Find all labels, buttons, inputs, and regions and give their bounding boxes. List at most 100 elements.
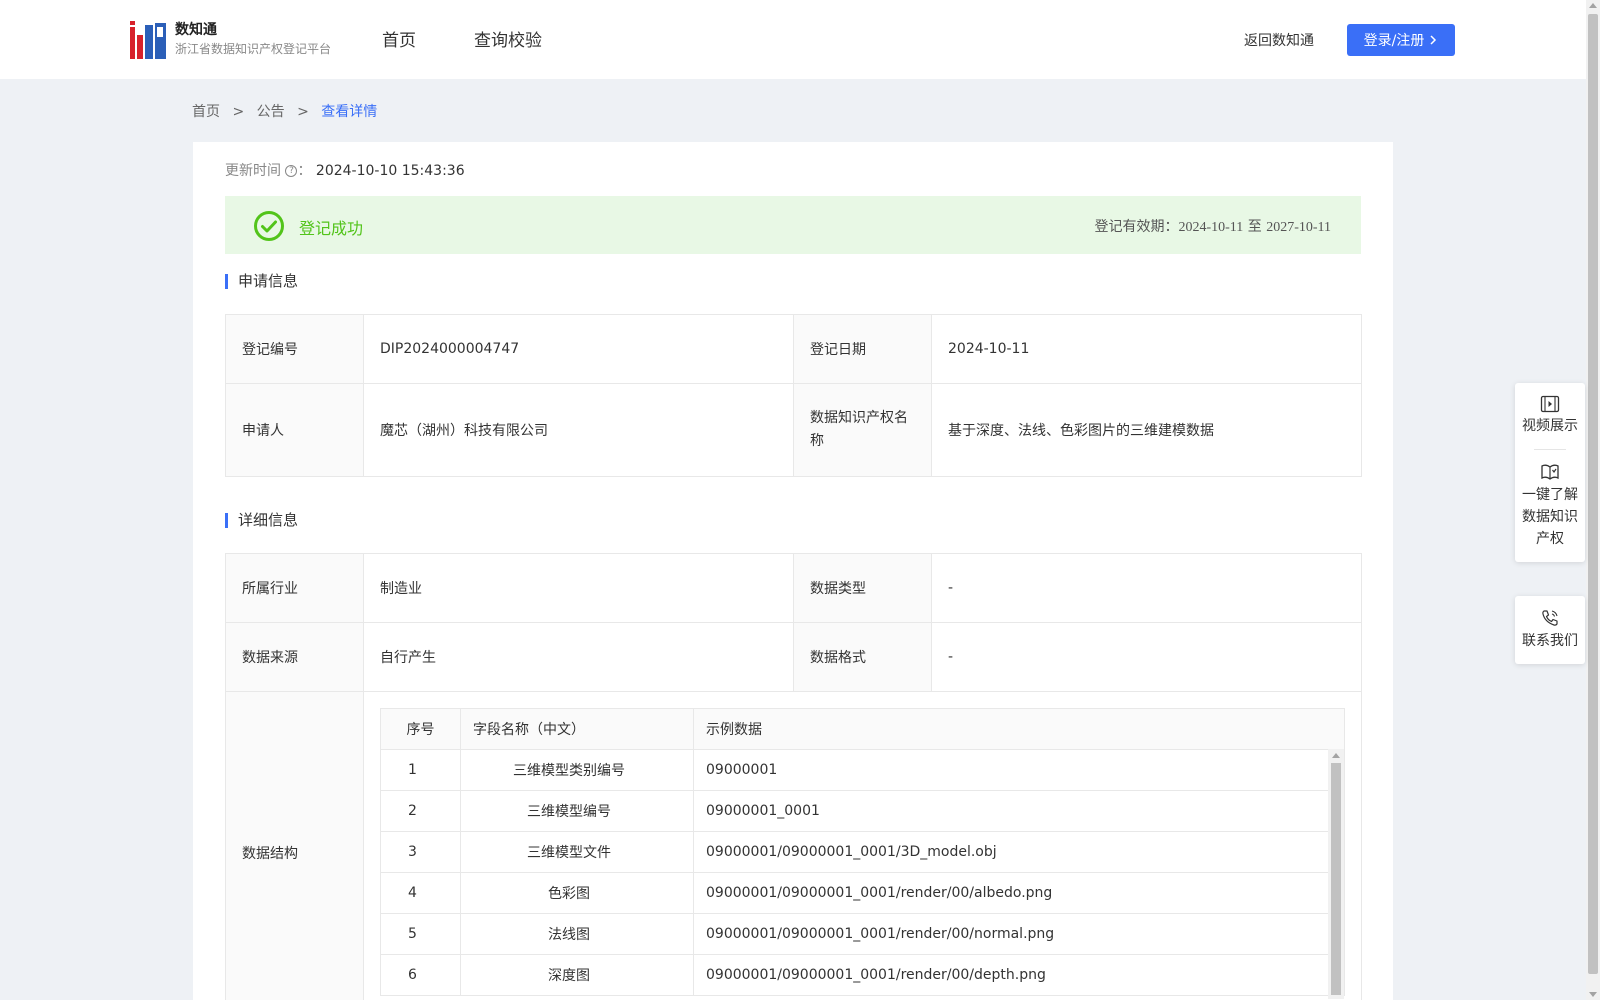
question-icon[interactable]: ? xyxy=(285,165,298,177)
login-register-button[interactable]: 登录/注册 xyxy=(1347,24,1455,56)
row-sample: 09000001/09000001_0001/3D_model.obj xyxy=(693,831,1345,873)
column-header-no: 序号 xyxy=(380,708,461,750)
floating-help-panel: 视频展示 一键了解 数据知识 产权 xyxy=(1515,383,1585,562)
phone-icon xyxy=(1542,610,1558,626)
learn-ip-button[interactable]: 一键了解 数据知识 产权 xyxy=(1515,450,1585,562)
row-sample: 09000001/09000001_0001/render/00/normal.… xyxy=(693,913,1345,955)
applicant-value: 魔芯（湖州）科技有限公司 xyxy=(363,383,794,477)
table-row: 数据结构 序号 字段名称（中文） 示例数据 1 三维模型类别编号 0900000… xyxy=(225,691,1362,1000)
data-type-value: - xyxy=(931,553,1362,623)
reg-no-value: DIP2024000004747 xyxy=(363,314,794,384)
logo-text[interactable]: 数知通 浙江省数据知识产权登记平台 xyxy=(175,20,331,58)
status-banner: 登记成功 登记有效期：2024-10-11 至 2027-10-11 xyxy=(225,196,1361,254)
breadcrumb-separator: > xyxy=(232,104,245,120)
table-row: 3 三维模型文件 09000001/09000001_0001/3D_model… xyxy=(380,831,1345,873)
update-time-label: 更新时间 xyxy=(225,163,281,179)
table-row: 6 深度图 09000001/09000001_0001/render/00/d… xyxy=(380,954,1345,996)
breadcrumb-current: 查看详情 xyxy=(321,104,378,120)
update-time-row: 更新时间 ?： 2024-10-10 15:43:36 xyxy=(225,163,465,179)
validity-separator: 至 xyxy=(1247,219,1262,235)
page-scrollbar[interactable] xyxy=(1586,0,1600,1000)
detail-card: 更新时间 ?： 2024-10-10 15:43:36 登记成功 登记有效期：2… xyxy=(193,142,1393,1000)
industry-value: 制造业 xyxy=(363,553,794,623)
source-value: 自行产生 xyxy=(363,622,794,692)
book-icon xyxy=(1541,464,1559,480)
contact-us-label: 联系我们 xyxy=(1522,633,1578,649)
industry-label: 所属行业 xyxy=(225,553,364,623)
column-header-name: 字段名称（中文） xyxy=(460,708,694,750)
login-button-label: 登录/注册 xyxy=(1363,33,1425,49)
video-icon xyxy=(1540,395,1560,413)
validity-end: 2027-10-11 xyxy=(1266,220,1331,235)
table-header-row: 序号 字段名称（中文） 示例数据 xyxy=(380,708,1345,750)
row-sample: 09000001/09000001_0001/render/00/albedo.… xyxy=(693,872,1345,914)
logo-title: 数知通 xyxy=(175,22,217,38)
row-no: 4 xyxy=(380,872,461,914)
ip-name-label: 数据知识产权名称 xyxy=(793,383,932,477)
nav-home[interactable]: 首页 xyxy=(382,26,416,51)
row-field-name: 深度图 xyxy=(460,954,694,996)
application-table: 登记编号 DIP2024000004747 登记日期 2024-10-11 申请… xyxy=(225,314,1362,477)
row-sample: 09000001 xyxy=(693,749,1345,791)
row-no: 2 xyxy=(380,790,461,832)
logo-subtitle: 浙江省数据知识产权登记平台 xyxy=(175,42,332,56)
table-row: 登记编号 DIP2024000004747 登记日期 2024-10-11 xyxy=(225,314,1362,384)
row-no: 6 xyxy=(380,954,461,996)
data-type-label: 数据类型 xyxy=(793,553,932,623)
column-header-sample: 示例数据 xyxy=(693,708,1345,750)
logo-icon[interactable] xyxy=(130,21,166,59)
contact-us-panel: 联系我们 xyxy=(1515,596,1585,664)
row-no: 5 xyxy=(380,913,461,955)
structure-table-wrapper: 序号 字段名称（中文） 示例数据 1 三维模型类别编号 09000001 2 三… xyxy=(380,708,1345,999)
check-circle-icon xyxy=(254,211,284,241)
table-row: 5 法线图 09000001/09000001_0001/render/00/n… xyxy=(380,913,1345,955)
scrollbar-thumb[interactable] xyxy=(1588,14,1598,974)
back-link[interactable]: 返回数知通 xyxy=(1244,30,1314,50)
row-field-name: 三维模型编号 xyxy=(460,790,694,832)
status-text: 登记成功 xyxy=(299,219,364,238)
reg-date-value: 2024-10-11 xyxy=(931,314,1362,384)
scrollbar-thumb[interactable] xyxy=(1331,763,1341,995)
scroll-down-arrow-icon[interactable] xyxy=(1589,992,1597,997)
scroll-up-arrow-icon[interactable] xyxy=(1589,3,1597,8)
table-row: 数据来源 自行产生 数据格式 - xyxy=(225,622,1362,692)
row-field-name: 法线图 xyxy=(460,913,694,955)
row-no: 1 xyxy=(380,749,461,791)
chevron-right-icon xyxy=(1430,35,1437,45)
breadcrumb-notice[interactable]: 公告 xyxy=(257,104,285,120)
learn-ip-label-line2: 数据知识 xyxy=(1522,509,1578,525)
row-sample: 09000001/09000001_0001/render/00/depth.p… xyxy=(693,954,1345,996)
reg-no-label: 登记编号 xyxy=(225,314,364,384)
learn-ip-label-line1: 一键了解 xyxy=(1522,487,1578,503)
reg-date-label: 登记日期 xyxy=(793,314,932,384)
table-row: 4 色彩图 09000001/09000001_0001/render/00/a… xyxy=(380,872,1345,914)
table-row: 2 三维模型编号 09000001_0001 xyxy=(380,790,1345,832)
breadcrumb: 首页 > 公告 > 查看详情 xyxy=(192,101,385,121)
breadcrumb-separator: > xyxy=(297,104,309,120)
structure-table-scrollbar[interactable] xyxy=(1328,749,1344,999)
row-sample: 09000001_0001 xyxy=(693,790,1345,832)
update-time-value: 2024-10-10 15:43:36 xyxy=(315,163,465,179)
validity-period: 登记有效期：2024-10-11 至 2027-10-11 xyxy=(1094,216,1331,236)
validity-start: 2024-10-11 xyxy=(1178,220,1244,235)
top-header: 数知通 浙江省数据知识产权登记平台 首页 查询校验 返回数知通 登录/注册 xyxy=(0,0,1586,79)
row-field-name: 色彩图 xyxy=(460,872,694,914)
structure-label: 数据结构 xyxy=(225,691,364,1000)
format-label: 数据格式 xyxy=(793,622,932,692)
contact-us-button[interactable]: 联系我们 xyxy=(1515,596,1585,664)
table-row: 申请人 魔芯（湖州）科技有限公司 数据知识产权名称 基于深度、法线、色彩图片的三… xyxy=(225,383,1362,477)
table-row: 1 三维模型类别编号 09000001 xyxy=(380,749,1345,791)
video-demo-label: 视频展示 xyxy=(1522,418,1578,434)
learn-ip-label-line3: 产权 xyxy=(1536,531,1564,547)
row-field-name: 三维模型文件 xyxy=(460,831,694,873)
table-row: 所属行业 制造业 数据类型 - xyxy=(225,553,1362,623)
scroll-up-arrow-icon[interactable] xyxy=(1332,753,1340,758)
video-demo-button[interactable]: 视频展示 xyxy=(1515,383,1585,449)
row-field-name: 三维模型类别编号 xyxy=(460,749,694,791)
details-table: 所属行业 制造业 数据类型 - 数据来源 自行产生 数据格式 - 数据结构 序号… xyxy=(225,553,1362,1000)
section-title-details: 详细信息 xyxy=(225,513,298,528)
nav-query-verify[interactable]: 查询校验 xyxy=(474,26,542,51)
row-no: 3 xyxy=(380,831,461,873)
breadcrumb-home[interactable]: 首页 xyxy=(192,104,220,120)
ip-name-value: 基于深度、法线、色彩图片的三维建模数据 xyxy=(931,383,1362,477)
